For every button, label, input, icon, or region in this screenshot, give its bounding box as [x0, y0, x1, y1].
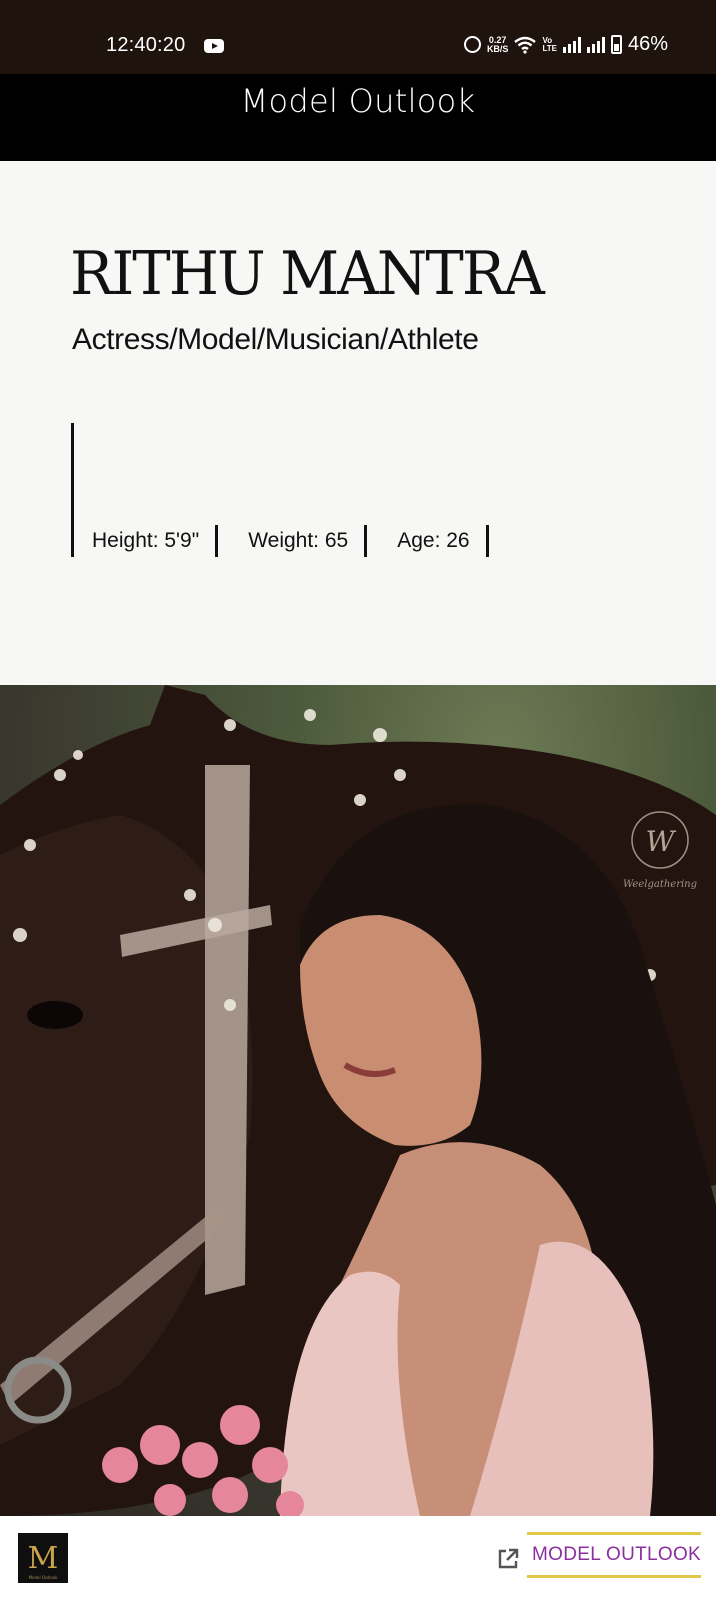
logo-letter: M	[27, 1540, 59, 1576]
brand-logo[interactable]: M Model Outlook	[18, 1533, 68, 1583]
wifi-icon	[514, 36, 537, 54]
app-header: Model Outlook	[0, 74, 716, 161]
photo-watermark: Weelgathering	[623, 879, 697, 890]
status-icons: 0.27 KB/S Vo LTE 46%	[463, 33, 668, 56]
stat-separator	[364, 525, 368, 557]
model-outlook-link[interactable]: MODEL OUTLOOK	[527, 1532, 701, 1578]
bottom-bar: M Model Outlook MODEL OUTLOOK	[0, 1516, 716, 1600]
status-time: 12:40:20	[106, 34, 186, 56]
battery-icon	[610, 35, 622, 54]
volte-indicator: Vo LTE	[542, 36, 557, 53]
page-title: Model Outlook	[240, 82, 476, 120]
stat-separator	[485, 525, 489, 557]
youtube-icon	[204, 39, 224, 53]
model-name: RITHU MANTRA	[70, 239, 545, 309]
stat-weight-label: Weight: 65	[248, 529, 349, 552]
stat-height-label: Height: 5'9"	[92, 529, 200, 552]
stat-weight: Weight: 65	[248, 525, 397, 557]
network-speed: 0.27 KB/S	[486, 35, 509, 54]
stat-separator	[215, 525, 219, 557]
status-bar: 12:40:20 0.27 KB/S Vo LTE 46%	[0, 0, 716, 74]
stat-age-label: Age: 26	[397, 529, 470, 552]
signal-icon	[562, 36, 581, 53]
svg-text:W: W	[646, 825, 677, 858]
signal-icon-2	[586, 36, 605, 53]
logo-caption: Model Outlook	[28, 1575, 58, 1580]
divider-line	[71, 423, 74, 557]
model-photo: W Weelgathering	[0, 685, 716, 1516]
external-link-icon[interactable]	[496, 1547, 520, 1571]
volte-bottom: LTE	[542, 43, 557, 53]
stat-height: Height: 5'9"	[92, 525, 248, 557]
stats-row: Height: 5'9" Weight: 65 Age: 26	[92, 525, 489, 557]
photo-illustration: W Weelgathering	[0, 685, 716, 1516]
alarm-icon	[463, 36, 481, 53]
model-roles: Actress/Model/Musician/Athlete	[72, 323, 479, 356]
profile-section: RITHU MANTRA Actress/Model/Musician/Athl…	[0, 161, 716, 685]
network-speed-unit: KB/S	[486, 43, 509, 54]
stat-age: Age: 26	[397, 525, 489, 557]
battery-percent: 46%	[627, 33, 668, 55]
